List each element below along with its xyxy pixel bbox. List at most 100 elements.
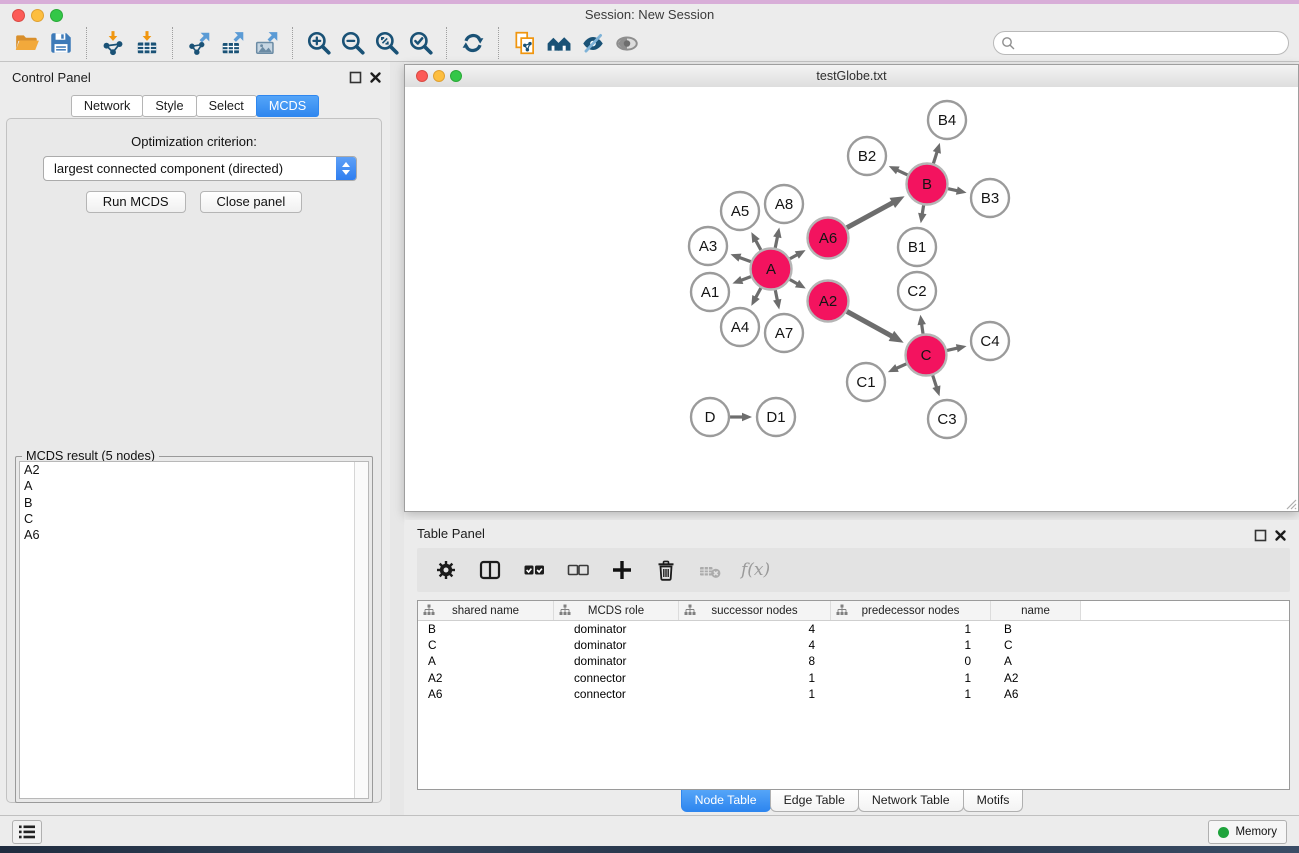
import-table-button[interactable] <box>130 27 164 59</box>
tab-style[interactable]: Style <box>142 95 196 117</box>
edge-B-B1[interactable] <box>918 205 926 223</box>
table-row[interactable]: A6connector11A6 <box>418 686 1289 702</box>
edge-A-A5[interactable] <box>751 232 761 250</box>
criterion-dropdown[interactable]: largest connected component (directed) <box>43 156 357 181</box>
tab-mcds[interactable]: MCDS <box>256 95 319 117</box>
mcds-result-item[interactable]: A2 <box>20 462 368 478</box>
network-window-titlebar[interactable]: testGlobe.txt <box>405 65 1298 88</box>
memory-button[interactable]: Memory <box>1208 820 1287 844</box>
graph-node-A[interactable]: A <box>751 249 792 290</box>
mcds-result-item[interactable]: C <box>20 511 368 527</box>
resize-grip[interactable] <box>1283 496 1297 510</box>
column-header-successor-nodes[interactable]: successor nodes <box>679 601 831 620</box>
search-input[interactable] <box>1020 35 1288 51</box>
export-image-button[interactable] <box>250 27 284 59</box>
close-panel-icon[interactable] <box>369 71 382 84</box>
result-scrollbar[interactable] <box>354 462 368 798</box>
edge-D-D1[interactable] <box>730 413 752 422</box>
table-settings-button[interactable] <box>431 555 461 585</box>
add-column-button[interactable] <box>607 555 637 585</box>
edge-A6-B[interactable] <box>847 196 905 227</box>
delete-columns-button[interactable] <box>651 555 681 585</box>
mcds-result-item[interactable]: A <box>20 478 368 494</box>
delete-table-button[interactable] <box>695 555 725 585</box>
edge-B-B3[interactable] <box>948 186 967 194</box>
graph-node-B[interactable]: B <box>907 164 948 205</box>
edge-C-C3[interactable] <box>932 375 940 396</box>
deselect-all-columns-button[interactable] <box>563 555 593 585</box>
edge-C-C2[interactable] <box>918 315 926 334</box>
refresh-view-button[interactable] <box>456 27 490 59</box>
column-header-shared-name[interactable]: shared name <box>418 601 554 620</box>
column-header-MCDS-role[interactable]: MCDS role <box>554 601 679 620</box>
graph-node-C[interactable]: C <box>906 335 947 376</box>
import-network-button[interactable] <box>96 27 130 59</box>
reset-layout-button[interactable] <box>542 27 576 59</box>
column-header-predecessor-nodes[interactable]: predecessor nodes <box>831 601 991 620</box>
tab-motifs[interactable]: Motifs <box>963 790 1024 812</box>
graph-node-A1[interactable]: A1 <box>691 273 729 311</box>
split-view-button[interactable] <box>475 555 505 585</box>
edge-B-B4[interactable] <box>933 143 941 164</box>
select-all-columns-button[interactable] <box>519 555 549 585</box>
edge-A-A4[interactable] <box>751 288 761 306</box>
graph-node-A3[interactable]: A3 <box>689 227 727 265</box>
graph-node-B4[interactable]: B4 <box>928 101 966 139</box>
edge-A-A2[interactable] <box>790 280 806 289</box>
tab-edge-table[interactable]: Edge Table <box>770 790 859 812</box>
graph-node-A6[interactable]: A6 <box>808 218 849 259</box>
tab-node-table[interactable]: Node Table <box>681 790 771 812</box>
open-session-button[interactable] <box>10 27 44 59</box>
show-graphics-details-button[interactable] <box>610 27 644 59</box>
graph-node-B1[interactable]: B1 <box>898 228 936 266</box>
mcds-result-item[interactable]: A6 <box>20 527 368 543</box>
save-session-button[interactable] <box>44 27 78 59</box>
edge-A2-C[interactable] <box>847 311 904 342</box>
edge-A-A1[interactable] <box>732 276 750 284</box>
edge-C-C4[interactable] <box>947 344 967 352</box>
fit-content-button[interactable] <box>370 27 404 59</box>
graph-node-A4[interactable]: A4 <box>721 308 759 346</box>
close-panel-button[interactable]: Close panel <box>200 191 303 213</box>
graph-node-A8[interactable]: A8 <box>765 185 803 223</box>
panel-splitter[interactable] <box>390 62 404 815</box>
graph-node-A5[interactable]: A5 <box>721 192 759 230</box>
graph-node-C1[interactable]: C1 <box>847 363 885 401</box>
edge-A-A3[interactable] <box>731 254 751 262</box>
float-panel-icon[interactable] <box>349 71 362 84</box>
graph-node-D[interactable]: D <box>691 398 729 436</box>
export-table-button[interactable] <box>216 27 250 59</box>
edge-C-C1[interactable] <box>888 364 907 372</box>
tab-network[interactable]: Network <box>71 95 144 117</box>
column-header-name[interactable]: name <box>991 601 1081 620</box>
zoom-in-button[interactable] <box>302 27 336 59</box>
tab-network-table[interactable]: Network Table <box>858 790 964 812</box>
mcds-result-list[interactable]: A2ABCA6 <box>19 461 369 799</box>
tab-select[interactable]: Select <box>196 95 257 117</box>
graph-node-C2[interactable]: C2 <box>898 272 936 310</box>
graph-node-A2[interactable]: A2 <box>808 281 849 322</box>
hide-graphics-details-button[interactable] <box>576 27 610 59</box>
run-mcds-button[interactable]: Run MCDS <box>86 191 186 213</box>
open-recent-session-button[interactable] <box>508 27 542 59</box>
edge-A-A7[interactable] <box>773 290 781 309</box>
close-panel-icon[interactable] <box>1274 529 1287 542</box>
graph-node-C3[interactable]: C3 <box>928 400 966 438</box>
graph-node-B3[interactable]: B3 <box>971 179 1009 217</box>
function-builder-button[interactable]: f(x) <box>739 560 770 580</box>
graph-node-A7[interactable]: A7 <box>765 314 803 352</box>
zoom-selected-button[interactable] <box>404 27 438 59</box>
table-row[interactable]: Bdominator41B <box>418 621 1289 637</box>
export-network-button[interactable] <box>182 27 216 59</box>
float-panel-icon[interactable] <box>1254 529 1267 542</box>
edge-A-A6[interactable] <box>790 250 806 259</box>
graph-node-B2[interactable]: B2 <box>848 137 886 175</box>
table-row[interactable]: Adominator80A <box>418 653 1289 669</box>
mcds-result-item[interactable]: B <box>20 495 368 511</box>
table-row[interactable]: Cdominator41C <box>418 637 1289 653</box>
zoom-out-button[interactable] <box>336 27 370 59</box>
table-row[interactable]: A2connector11A2 <box>418 670 1289 686</box>
network-canvas[interactable]: B4B2BB3A8A5A6A3B1AC2A1A2A4A7C4CC1DD1C3 <box>405 87 1298 511</box>
graph-node-C4[interactable]: C4 <box>971 322 1009 360</box>
task-history-button[interactable] <box>12 820 42 844</box>
